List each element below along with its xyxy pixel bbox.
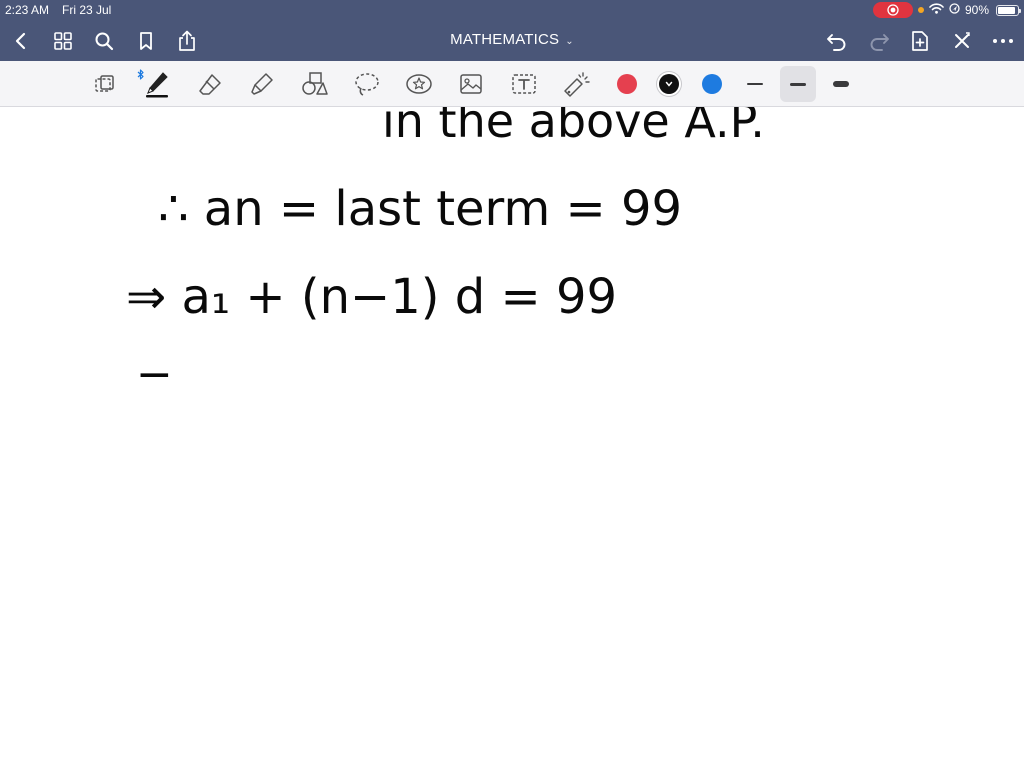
medium-stroke-icon (790, 82, 806, 86)
stroke-width-thin[interactable] (737, 66, 773, 102)
more-icon[interactable] (990, 28, 1016, 54)
redo-icon[interactable] (866, 28, 892, 54)
screen-record-icon[interactable] (872, 2, 913, 18)
nav-row: MATHEMATICS ⌄ (0, 20, 1024, 61)
back-icon[interactable] (8, 28, 34, 54)
title-chevron-down-icon: ⌄ (565, 36, 574, 47)
drawing-toolbar (0, 61, 1024, 107)
status-bar: 2:23 AM Fri 23 Jul 90% (0, 0, 1024, 20)
share-icon[interactable] (174, 28, 200, 54)
note-canvas[interactable]: in the above A.P. ∴ an = last term = 99 … (0, 107, 1024, 768)
color-swatch-red[interactable] (617, 74, 637, 94)
selected-color-chevron-icon (665, 81, 673, 87)
ink-line-2: ∴ an = last term = 99 (158, 181, 682, 237)
status-time: 2:23 AM (5, 3, 50, 17)
handwriting-layer: in the above A.P. ∴ an = last term = 99 … (126, 107, 765, 400)
document-title-text: MATHEMATICS (450, 31, 560, 48)
color-swatch-blue[interactable] (702, 74, 722, 94)
add-page-icon[interactable] (907, 28, 933, 54)
stroke-width-thick[interactable] (823, 66, 859, 102)
battery-fill (998, 6, 1016, 14)
close-icon[interactable] (949, 28, 975, 54)
document-title-button[interactable]: MATHEMATICS ⌄ (450, 31, 574, 48)
ink-line-1: in the above A.P. (382, 107, 765, 148)
battery-icon (996, 4, 1021, 16)
laser-pointer-tool-icon[interactable] (560, 68, 592, 100)
status-right-group: 90% (872, 2, 1021, 18)
battery-percent: 90% (964, 3, 989, 17)
wifi-icon (929, 3, 944, 17)
status-date: Fri 23 Jul (62, 3, 112, 17)
eraser-tool-icon[interactable] (194, 68, 226, 100)
stroke-width-medium[interactable] (780, 66, 816, 102)
location-icon (949, 3, 960, 17)
thick-stroke-icon (833, 81, 849, 87)
shapes-tool-icon[interactable] (298, 68, 330, 100)
lasso-tool-icon[interactable] (351, 68, 383, 100)
ink-line-3: ⇒ a₁ + (n−1) d = 99 (126, 269, 617, 325)
search-icon[interactable] (91, 28, 117, 54)
pen-tool-icon[interactable] (141, 68, 173, 100)
top-bar: 2:23 AM Fri 23 Jul 90% MATHEMATICS ⌄ (0, 0, 1024, 61)
text-tool-icon[interactable] (508, 68, 540, 100)
thumbnails-grid-icon[interactable] (50, 28, 76, 54)
sticker-tool-icon[interactable] (403, 68, 435, 100)
ink-line-4: − (136, 349, 173, 400)
image-tool-icon[interactable] (455, 68, 487, 100)
color-swatch-black[interactable] (659, 74, 679, 94)
thin-stroke-icon (747, 83, 763, 85)
page-select-tool-icon[interactable] (89, 68, 121, 100)
undo-icon[interactable] (824, 28, 850, 54)
orange-dot-indicator (917, 7, 924, 13)
bookmark-icon[interactable] (133, 28, 159, 54)
highlighter-tool-icon[interactable] (246, 68, 278, 100)
